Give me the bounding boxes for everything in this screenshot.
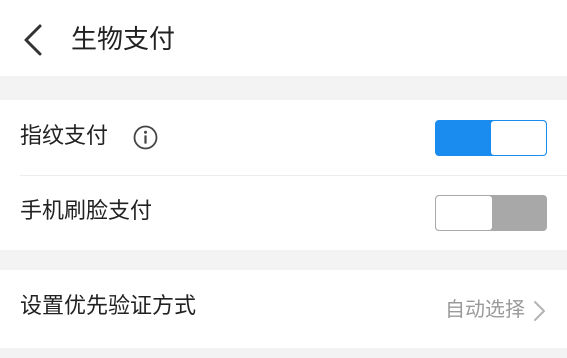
page-title: 生物支付 bbox=[71, 25, 176, 55]
priority-verification-row[interactable]: 设置优先验证方式 自动选择 bbox=[0, 270, 567, 345]
priority-section: 设置优先验证方式 自动选择 bbox=[0, 270, 567, 348]
priority-verification-label: 设置优先验证方式 bbox=[20, 294, 197, 319]
priority-verification-value: 自动选择 bbox=[445, 297, 525, 321]
chevron-right-icon bbox=[534, 301, 545, 321]
toggle-knob bbox=[491, 121, 546, 155]
face-payment-toggle[interactable] bbox=[435, 195, 547, 231]
face-payment-row: 手机刷脸支付 bbox=[0, 175, 567, 250]
fingerprint-payment-label: 指纹支付 bbox=[20, 124, 109, 149]
biometric-payment-screen: 生物支付 指纹支付 手机刷脸支付 设置优先验证方式 自动选择 bbox=[0, 0, 567, 358]
header-bar: 生物支付 bbox=[0, 0, 567, 76]
biometric-options-section: 指纹支付 手机刷脸支付 bbox=[0, 100, 567, 250]
fingerprint-payment-row: 指纹支付 bbox=[0, 100, 567, 175]
info-icon[interactable] bbox=[133, 125, 158, 150]
back-chevron-icon[interactable] bbox=[18, 23, 48, 57]
face-payment-label: 手机刷脸支付 bbox=[20, 199, 153, 224]
toggle-knob bbox=[436, 196, 492, 230]
fingerprint-payment-toggle[interactable] bbox=[435, 120, 547, 156]
